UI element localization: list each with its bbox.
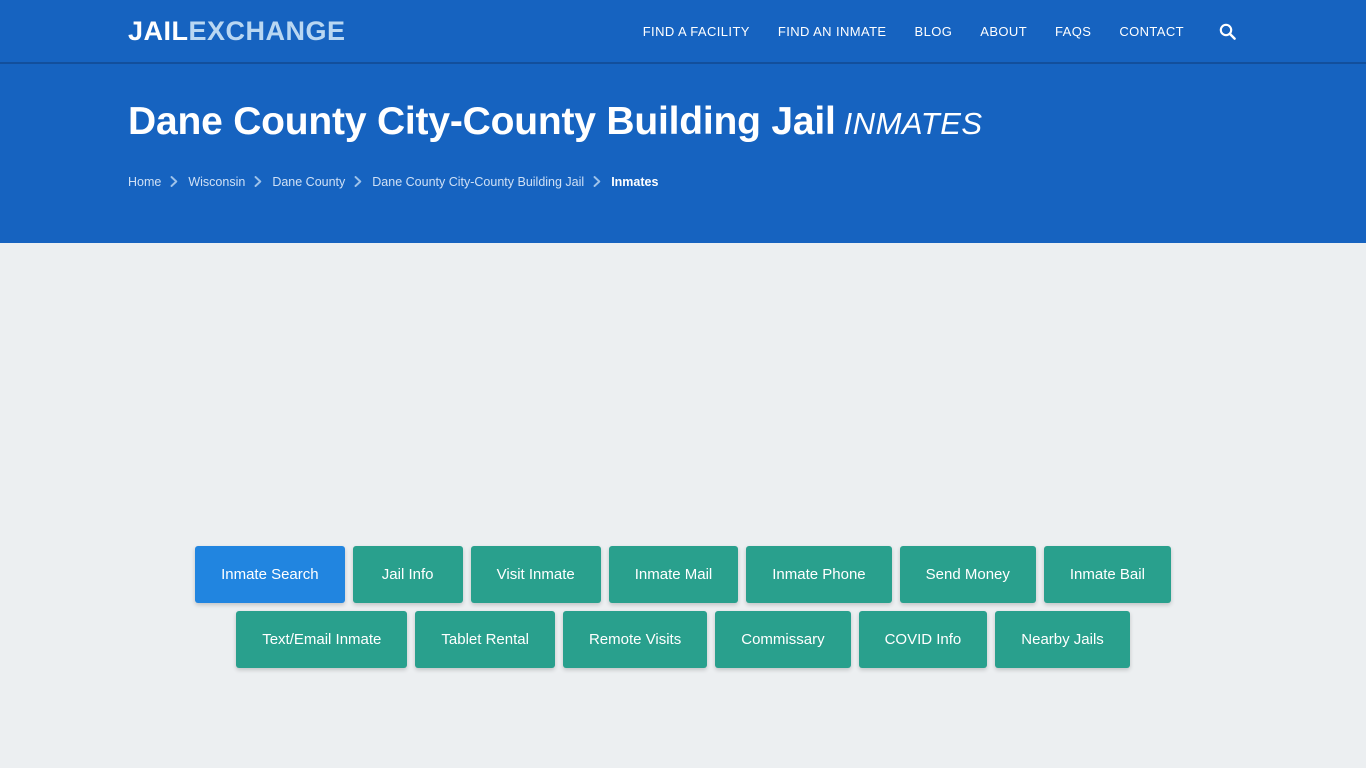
tab-remote-visits[interactable]: Remote Visits bbox=[562, 611, 708, 668]
logo-text-primary: JAIL bbox=[128, 15, 189, 46]
tab-inmate-bail[interactable]: Inmate Bail bbox=[1043, 546, 1171, 603]
breadcrumb-item-wisconsin[interactable]: Wisconsin bbox=[188, 175, 245, 189]
main-content: Inmate Search Jail Info Visit Inmate Inm… bbox=[0, 243, 1366, 768]
nav-item-contact[interactable]: CONTACT bbox=[1119, 24, 1184, 39]
nav-item-about[interactable]: ABOUT bbox=[980, 24, 1027, 39]
facility-tab-group: Inmate Search Jail Info Visit Inmate Inm… bbox=[128, 546, 1238, 668]
tab-visit-inmate[interactable]: Visit Inmate bbox=[470, 546, 601, 603]
breadcrumb-item-dane-county[interactable]: Dane County bbox=[272, 175, 345, 189]
tab-commissary[interactable]: Commissary bbox=[715, 611, 851, 668]
page-title: Dane County City-County Building Jail INM… bbox=[128, 100, 1366, 145]
tab-text-email-inmate[interactable]: Text/Email Inmate bbox=[236, 611, 408, 668]
search-icon[interactable] bbox=[1216, 20, 1238, 42]
nav-item-find-a-facility[interactable]: FIND A FACILITY bbox=[643, 24, 750, 39]
site-logo[interactable]: JAILEXCHANGE bbox=[128, 15, 346, 46]
nav-item-faqs[interactable]: FAQs bbox=[1055, 24, 1091, 39]
breadcrumb-item-facility[interactable]: Dane County City-County Building Jail bbox=[372, 175, 584, 189]
breadcrumb: Home Wisconsin Dane County Dane County C… bbox=[128, 175, 1366, 189]
site-header: JAILEXCHANGE FIND A FACILITY FIND AN INM… bbox=[0, 0, 1366, 64]
facility-tab-row-1: Inmate Search Jail Info Visit Inmate Inm… bbox=[128, 546, 1238, 603]
tab-inmate-search[interactable]: Inmate Search bbox=[195, 546, 345, 603]
nav-item-blog[interactable]: BLOG bbox=[915, 24, 953, 39]
page-title-suffix: INMATES bbox=[843, 106, 983, 141]
page-title-main: Dane County City-County Building Jail bbox=[128, 100, 836, 143]
tab-nearby-jails[interactable]: Nearby Jails bbox=[995, 611, 1130, 668]
breadcrumb-item-home[interactable]: Home bbox=[128, 175, 161, 189]
main-navigation: FIND A FACILITY FIND AN INMATE BLOG ABOU… bbox=[643, 20, 1238, 42]
tab-inmate-phone[interactable]: Inmate Phone bbox=[746, 546, 892, 603]
chevron-right-icon bbox=[593, 176, 602, 188]
logo-text-secondary: EXCHANGE bbox=[188, 15, 346, 46]
chevron-right-icon bbox=[170, 176, 179, 188]
facility-tab-row-2: Text/Email Inmate Tablet Rental Remote V… bbox=[128, 611, 1238, 668]
tab-tablet-rental[interactable]: Tablet Rental bbox=[415, 611, 555, 668]
hero-banner: Dane County City-County Building Jail INM… bbox=[0, 64, 1366, 243]
tab-covid-info[interactable]: COVID Info bbox=[858, 611, 988, 668]
tab-send-money[interactable]: Send Money bbox=[899, 546, 1036, 603]
tab-jail-info[interactable]: Jail Info bbox=[352, 546, 463, 603]
chevron-right-icon bbox=[254, 176, 263, 188]
tab-inmate-mail[interactable]: Inmate Mail bbox=[608, 546, 739, 603]
nav-item-find-an-inmate[interactable]: FIND AN INMATE bbox=[778, 24, 887, 39]
chevron-right-icon bbox=[354, 176, 363, 188]
breadcrumb-item-inmates: Inmates bbox=[611, 174, 659, 189]
